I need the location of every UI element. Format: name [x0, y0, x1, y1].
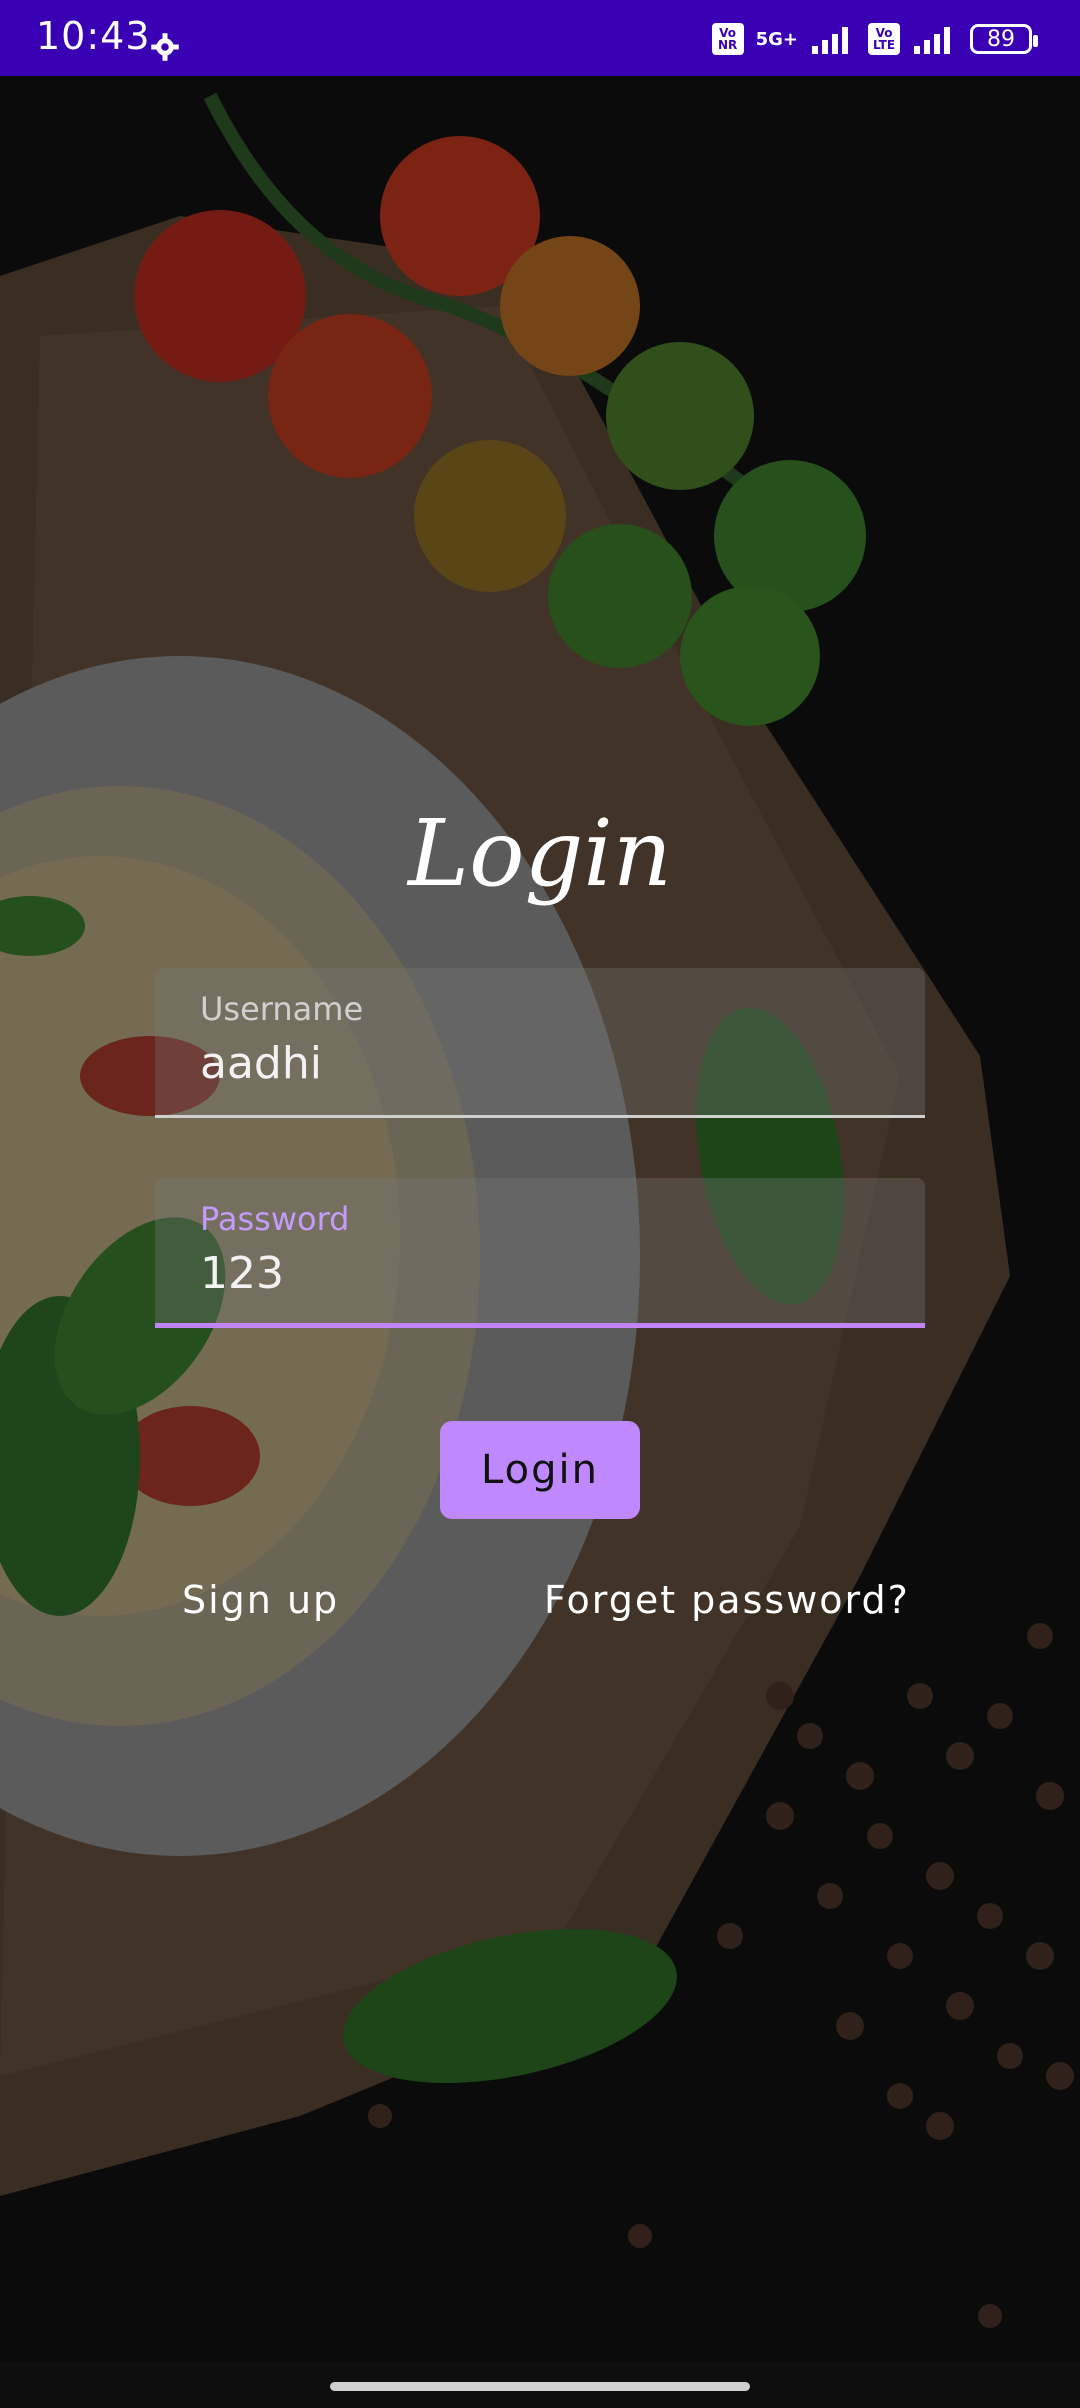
battery-level: 89 — [987, 26, 1015, 52]
home-indicator[interactable] — [330, 2382, 750, 2391]
username-input[interactable]: aadhi — [200, 1038, 322, 1089]
network-type: 5G+ — [755, 28, 798, 50]
status-time: 10:43 — [36, 14, 151, 58]
status-icons: Vo NR 5G+ Vo LTE 89 — [711, 12, 1038, 66]
signal-icon — [914, 27, 950, 54]
username-field[interactable]: Username aadhi — [155, 968, 925, 1118]
login-title: Login — [407, 800, 673, 907]
battery-icon: 89 — [970, 24, 1038, 54]
volte-nr-badge: Vo NR — [711, 23, 744, 55]
signup-link[interactable]: Sign up — [182, 1578, 339, 1622]
gear-icon — [151, 33, 179, 61]
signal-icon — [812, 27, 848, 54]
forget-password-link[interactable]: Forget password? — [544, 1578, 910, 1622]
volte-lte-badge: Vo LTE — [868, 23, 900, 55]
password-label: Password — [200, 1200, 350, 1238]
status-bar: 10:43 Vo NR 5G+ Vo LTE 89 — [0, 0, 1080, 76]
username-label: Username — [200, 990, 364, 1028]
password-input[interactable]: 123 — [200, 1248, 284, 1299]
login-button[interactable]: Login — [440, 1421, 640, 1519]
password-field[interactable]: Password 123 — [155, 1178, 925, 1328]
